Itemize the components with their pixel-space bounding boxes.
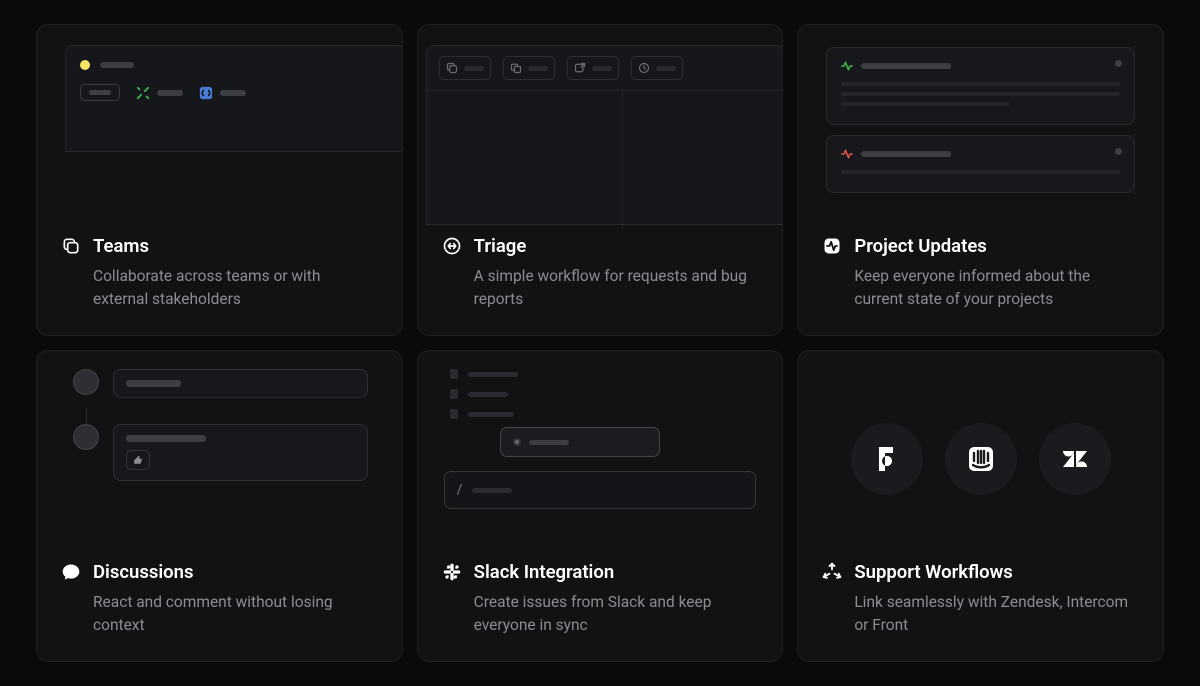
card-slack[interactable]: / Sl	[417, 350, 784, 662]
clock-icon	[638, 62, 650, 74]
export-icon	[574, 62, 586, 74]
card-desc: Collaborate across teams or with externa…	[93, 265, 378, 312]
chat-icon	[61, 562, 81, 582]
status-dot-icon	[513, 438, 521, 446]
code-icon	[199, 86, 213, 100]
stack-icon	[510, 62, 522, 74]
card-title: Slack Integration	[474, 561, 615, 583]
tool-icon	[136, 86, 150, 100]
pulse-icon	[841, 60, 853, 72]
card-title: Discussions	[93, 561, 194, 583]
reaction-chip	[126, 450, 150, 470]
activity-icon	[822, 236, 842, 256]
slack-slash-input: /	[444, 471, 757, 509]
illustration-slack: /	[418, 351, 783, 561]
bulb-icon	[80, 60, 90, 70]
illustration-teams	[37, 25, 402, 235]
slash-symbol: /	[457, 482, 463, 498]
card-title: Support Workflows	[854, 561, 1012, 583]
slack-icon	[442, 562, 462, 582]
illustration-support	[798, 351, 1163, 561]
recycle-icon	[822, 562, 842, 582]
front-logo-icon	[851, 423, 923, 495]
illustration-project-updates	[798, 25, 1163, 235]
feature-grid: Teams Collaborate across teams or with e…	[0, 0, 1200, 686]
illustration-triage	[418, 25, 783, 235]
card-triage[interactable]: Triage A simple workflow for requests an…	[417, 24, 784, 336]
card-desc: React and comment without losing context	[93, 591, 378, 638]
zendesk-logo-icon	[1039, 423, 1111, 495]
triage-icon	[442, 236, 462, 256]
card-discussions[interactable]: Discussions React and comment without lo…	[36, 350, 403, 662]
card-title: Teams	[93, 235, 149, 257]
teams-icon	[61, 236, 81, 256]
illustration-discussions	[37, 351, 402, 561]
card-support[interactable]: Support Workflows Link seamlessly with Z…	[797, 350, 1164, 662]
card-project-updates[interactable]: Project Updates Keep everyone informed a…	[797, 24, 1164, 336]
thumbs-up-icon	[133, 455, 143, 465]
card-desc: Create issues from Slack and keep everyo…	[474, 591, 759, 638]
card-teams[interactable]: Teams Collaborate across teams or with e…	[36, 24, 403, 336]
avatar-icon	[73, 369, 99, 395]
card-title: Project Updates	[854, 235, 986, 257]
card-desc: Keep everyone informed about the current…	[854, 265, 1139, 312]
copy-icon	[446, 62, 458, 74]
card-desc: A simple workflow for requests and bug r…	[474, 265, 759, 312]
slack-popup	[500, 427, 660, 457]
card-title: Triage	[474, 235, 527, 257]
pulse-icon	[841, 148, 853, 160]
intercom-logo-icon	[945, 423, 1017, 495]
avatar-icon	[73, 424, 99, 450]
card-desc: Link seamlessly with Zendesk, Intercom o…	[854, 591, 1139, 638]
